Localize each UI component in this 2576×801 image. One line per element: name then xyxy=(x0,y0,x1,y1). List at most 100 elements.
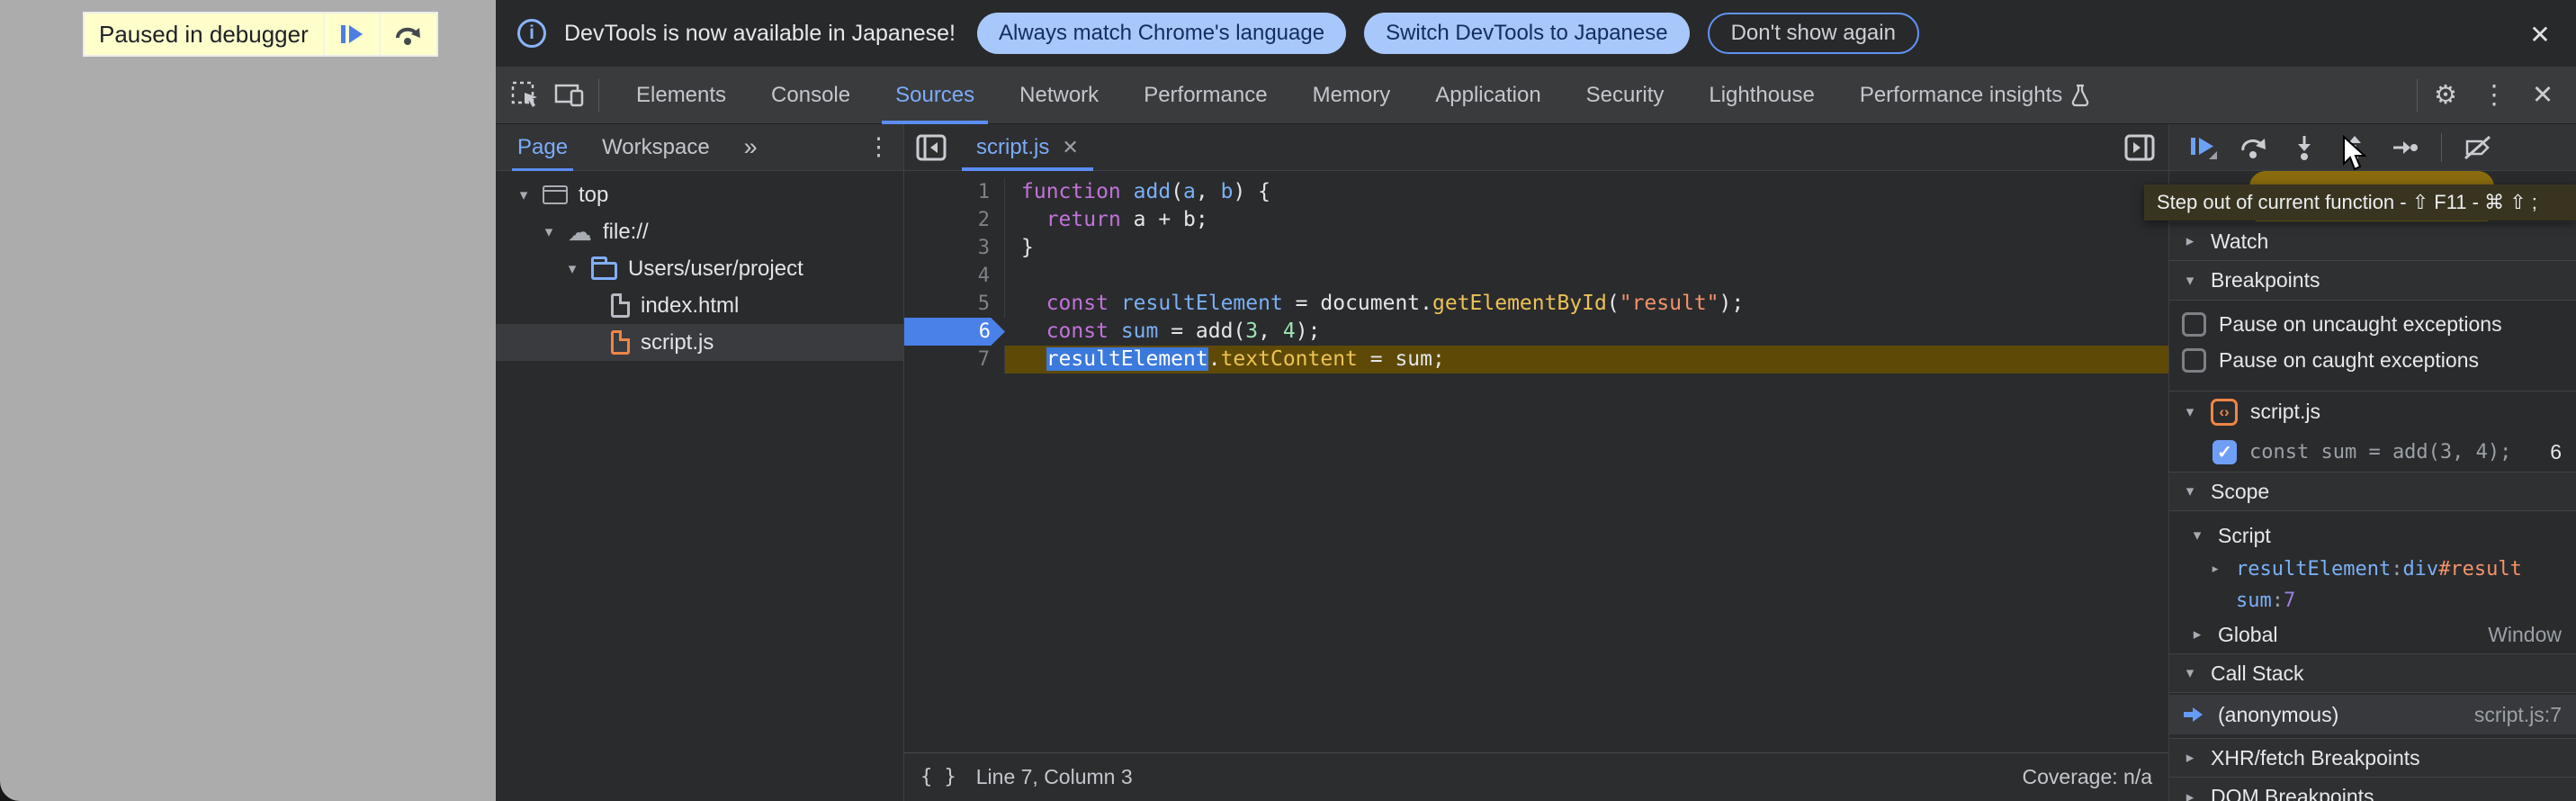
code-line[interactable]: 2 return a + b; xyxy=(904,206,2168,234)
code-line-text[interactable]: } xyxy=(1005,234,2168,262)
paused-in-debugger-overlay: Paused in debugger xyxy=(83,12,438,57)
pause-caught-exceptions-row[interactable]: Pause on caught exceptions xyxy=(2169,342,2576,378)
kebab-menu-icon[interactable]: ⋮ xyxy=(2473,75,2515,116)
hide-navigator-icon[interactable] xyxy=(911,130,951,166)
tree-item-index-html[interactable]: index.html xyxy=(496,287,903,324)
scope-script-row[interactable]: ▾ Script xyxy=(2169,518,2576,553)
pretty-print-icon[interactable]: { } xyxy=(920,766,956,788)
code-token: b xyxy=(1221,180,1234,203)
inspect-element-icon[interactable] xyxy=(510,80,541,111)
html-file-icon xyxy=(611,293,630,318)
tab-page[interactable]: Page xyxy=(517,124,568,171)
section-call-stack[interactable]: ▾ Call Stack xyxy=(2169,653,2576,693)
tab-sources[interactable]: Sources xyxy=(873,67,997,124)
section-dom-breakpoints[interactable]: ▸ DOM Breakpoints xyxy=(2169,778,2576,801)
devtools-close-icon[interactable]: ✕ xyxy=(2522,75,2563,116)
section-breakpoints[interactable]: ▾ Breakpoints xyxy=(2169,261,2576,301)
section-xhr-breakpoints[interactable]: ▸ XHR/fetch Breakpoints xyxy=(2169,738,2576,778)
tab-label: Network xyxy=(1019,83,1099,108)
switch-to-japanese-button[interactable]: Switch DevTools to Japanese xyxy=(1364,13,1690,54)
resume-script-button[interactable] xyxy=(2189,133,2218,162)
scope-var-result-element[interactable]: ▸ resultElement: div#result xyxy=(2169,553,2576,585)
code-token: resultElement xyxy=(1121,292,1283,315)
scope-var-sum[interactable]: sum: 7 xyxy=(2169,585,2576,616)
step-into-button[interactable] xyxy=(2290,133,2319,162)
editor-tab-script-js[interactable]: script.js ✕ xyxy=(958,124,1097,171)
collapse-arrow-icon: ▾ xyxy=(2182,664,2198,682)
breakpoint-entry-row[interactable]: ✓ const sum = add(3, 4); 6 xyxy=(2169,432,2576,472)
tree-item-project-folder[interactable]: ▾ Users/user/project xyxy=(496,250,903,287)
tab-application[interactable]: Application xyxy=(1413,67,1563,124)
var-name: sum xyxy=(2236,590,2272,612)
line-number[interactable]: 4 xyxy=(904,262,1005,290)
tab-security[interactable]: Security xyxy=(1564,67,1687,124)
code-token: . xyxy=(1208,347,1221,371)
section-watch[interactable]: ▸ Watch xyxy=(2169,221,2576,261)
dont-show-again-button[interactable]: Don't show again xyxy=(1708,13,1919,54)
checkbox-checked[interactable]: ✓ xyxy=(2212,440,2237,464)
code-line-text[interactable]: const sum = add(3, 4); xyxy=(1005,318,2168,346)
flask-icon xyxy=(2071,84,2089,107)
editor-tab-close-icon[interactable]: ✕ xyxy=(1062,136,1078,159)
code-token: ( xyxy=(1171,180,1183,203)
tab-memory[interactable]: Memory xyxy=(1290,67,1414,124)
code-line-text[interactable]: resultElement.textContent = sum; xyxy=(1005,346,2168,374)
code-token xyxy=(1121,180,1134,203)
infobar-close-icon[interactable]: ✕ xyxy=(2522,16,2558,52)
code-token: 4 xyxy=(1283,320,1296,343)
tab-elements[interactable]: Elements xyxy=(614,67,749,124)
pause-uncaught-exceptions-row[interactable]: Pause on uncaught exceptions xyxy=(2169,306,2576,342)
always-match-language-button[interactable]: Always match Chrome's language xyxy=(977,13,1346,54)
scope-global-row[interactable]: ▸ Global Window xyxy=(2169,616,2576,653)
scope-group-label: Script xyxy=(2218,524,2271,548)
line-number[interactable]: 3 xyxy=(904,234,1005,262)
tab-lighthouse[interactable]: Lighthouse xyxy=(1686,67,1836,124)
step-over-button[interactable] xyxy=(2239,133,2268,162)
checkbox-unchecked[interactable] xyxy=(2182,348,2206,373)
code-line-text[interactable]: return a + b; xyxy=(1005,206,2168,234)
deactivate-breakpoints-button[interactable] xyxy=(2464,133,2492,162)
infobar-message: DevTools is now available in Japanese! xyxy=(564,21,956,47)
settings-gear-icon[interactable]: ⚙ xyxy=(2425,75,2466,116)
code-line-text[interactable]: const resultElement = document.getElemen… xyxy=(1005,290,2168,318)
code-line-text[interactable] xyxy=(1005,262,2168,290)
code-token: ) { xyxy=(1233,180,1270,203)
step-button[interactable] xyxy=(2391,133,2419,162)
line-number[interactable]: 5 xyxy=(904,290,1005,318)
code-line[interactable]: 6 const sum = add(3, 4); xyxy=(904,318,2168,346)
code-line[interactable]: 7 resultElement.textContent = sum; xyxy=(904,346,2168,374)
code-editor[interactable]: 1function add(a, b) {2 return a + b;3}45… xyxy=(904,172,2168,752)
device-toolbar-icon[interactable] xyxy=(553,80,586,111)
tab-console[interactable]: Console xyxy=(749,67,873,124)
tree-item-top[interactable]: ▾ top xyxy=(496,176,903,213)
tree-item-file-origin[interactable]: ▾ ☁ file:// xyxy=(496,213,903,250)
checkbox-unchecked[interactable] xyxy=(2182,312,2206,337)
overlay-step-over-button[interactable] xyxy=(379,14,436,55)
code-token: const xyxy=(1046,320,1108,343)
line-number[interactable]: 7 xyxy=(904,346,1005,374)
origin-cloud-icon: ☁ xyxy=(568,223,592,241)
cursor-position: Line 7, Column 3 xyxy=(976,765,1133,789)
tab-performance[interactable]: Performance xyxy=(1121,67,1289,124)
tab-network[interactable]: Network xyxy=(997,67,1121,124)
section-scope[interactable]: ▾ Scope xyxy=(2169,472,2576,511)
line-number[interactable]: 1 xyxy=(904,178,1005,206)
code-line[interactable]: 1function add(a, b) { xyxy=(904,178,2168,206)
breakpoint-marker[interactable]: 6 xyxy=(904,318,1005,346)
tree-item-script-js[interactable]: script.js xyxy=(496,324,903,361)
code-line[interactable]: 5 const resultElement = document.getElem… xyxy=(904,290,2168,318)
editor-status-bar: { } Line 7, Column 3 Coverage: n/a xyxy=(904,752,2168,801)
overlay-resume-button[interactable] xyxy=(323,14,379,55)
code-line[interactable]: 4 xyxy=(904,262,2168,290)
tab-workspace[interactable]: Workspace xyxy=(602,124,710,171)
tree-item-label: script.js xyxy=(641,330,714,356)
navigator-menu-icon[interactable]: ⋮ xyxy=(866,133,891,161)
code-line[interactable]: 3} xyxy=(904,234,2168,262)
more-tabs-chevron[interactable]: » xyxy=(744,124,758,171)
call-stack-frame-row[interactable]: (anonymous) script.js:7 xyxy=(2169,695,2576,734)
code-line-text[interactable]: function add(a, b) { xyxy=(1005,178,2168,206)
tab-performance-insights[interactable]: Performance insights xyxy=(1837,67,2112,124)
hide-debugger-sidebar-icon[interactable] xyxy=(2120,130,2159,166)
line-number[interactable]: 2 xyxy=(904,206,1005,234)
breakpoint-file-group[interactable]: ▾ ‹› script.js xyxy=(2169,391,2576,432)
